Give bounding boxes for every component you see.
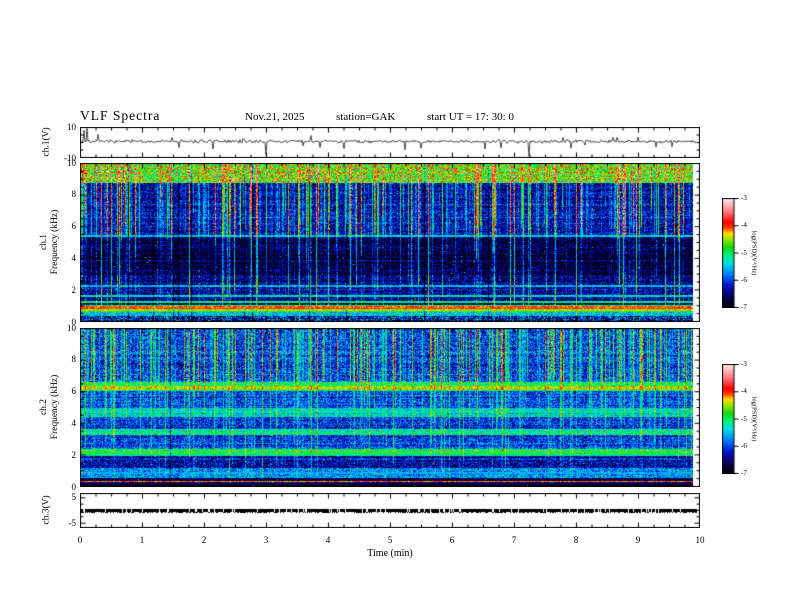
- colorbar-ch1: [722, 198, 739, 308]
- figure-station: station=GAK: [336, 111, 396, 123]
- y-tick-label: 6: [71, 386, 77, 397]
- y-tick-label: 5: [71, 491, 77, 502]
- colorbar-ch2-tick-label: -5: [741, 414, 747, 423]
- x-tick-label: 9: [635, 535, 641, 545]
- y-tick-label: -5: [68, 518, 77, 529]
- colorbar-ch2-tick-label: -6: [741, 441, 747, 450]
- colorbar-ch2-tick-label: -7: [741, 469, 747, 477]
- colorbar-ch1-tick-label: -3: [741, 194, 747, 202]
- ch3-waveform-panel: [80, 493, 700, 528]
- x-tick-label: 8: [573, 535, 579, 545]
- x-tick-label: 10: [695, 535, 705, 545]
- x-tick-label: 1: [139, 535, 145, 545]
- colorbar-ch2-tick-label: -4: [741, 387, 747, 396]
- x-tick-label: 2: [201, 535, 207, 545]
- y-tick-label: 10: [67, 121, 76, 132]
- y-tick-label: 8: [71, 189, 77, 200]
- y-tick-label: 10: [67, 157, 76, 168]
- y-tick-label: 10: [67, 322, 76, 333]
- x-tick-label: 4: [325, 535, 331, 545]
- x-tick-label: 6: [449, 535, 455, 545]
- ch1-spectrogram-panel: [80, 163, 700, 322]
- y-tick-label: 8: [71, 354, 77, 365]
- colorbar-ch1-tick-label: -5: [741, 248, 747, 257]
- y-tick-label: 2: [71, 449, 77, 460]
- colorbar-ch2: [722, 364, 739, 474]
- y-tick-label: 6: [71, 221, 77, 232]
- x-tick-label: 0: [77, 535, 83, 545]
- y-tick-label: 0: [71, 481, 77, 492]
- ch1-waveform-panel: [80, 127, 700, 158]
- colorbar-ch1-tick-label: -7: [741, 303, 747, 311]
- figure-start-ut: start UT = 17: 30: 0: [427, 111, 514, 123]
- colorbar-ch1-tick-label: -6: [741, 275, 747, 284]
- x-tick-label: 7: [511, 535, 517, 545]
- y-tick-label: 4: [71, 252, 77, 263]
- x-tick-label: 3: [263, 535, 269, 545]
- colorbar-ch2-tick-label: -3: [741, 360, 747, 368]
- x-tick-label: 5: [387, 535, 393, 545]
- vlf-spectra-figure: VLF Spectra Nov.21, 2025 station=GAK sta…: [0, 0, 792, 612]
- ch2-spectrogram-panel: [80, 328, 700, 487]
- figure-title: VLF Spectra: [80, 108, 161, 123]
- figure-date: Nov.21, 2025: [245, 111, 305, 123]
- y-tick-label: 2: [71, 284, 77, 295]
- y-tick-label: 4: [71, 417, 77, 428]
- x-axis-title: Time (min): [367, 548, 413, 559]
- colorbar-ch1-tick-label: -4: [741, 221, 747, 230]
